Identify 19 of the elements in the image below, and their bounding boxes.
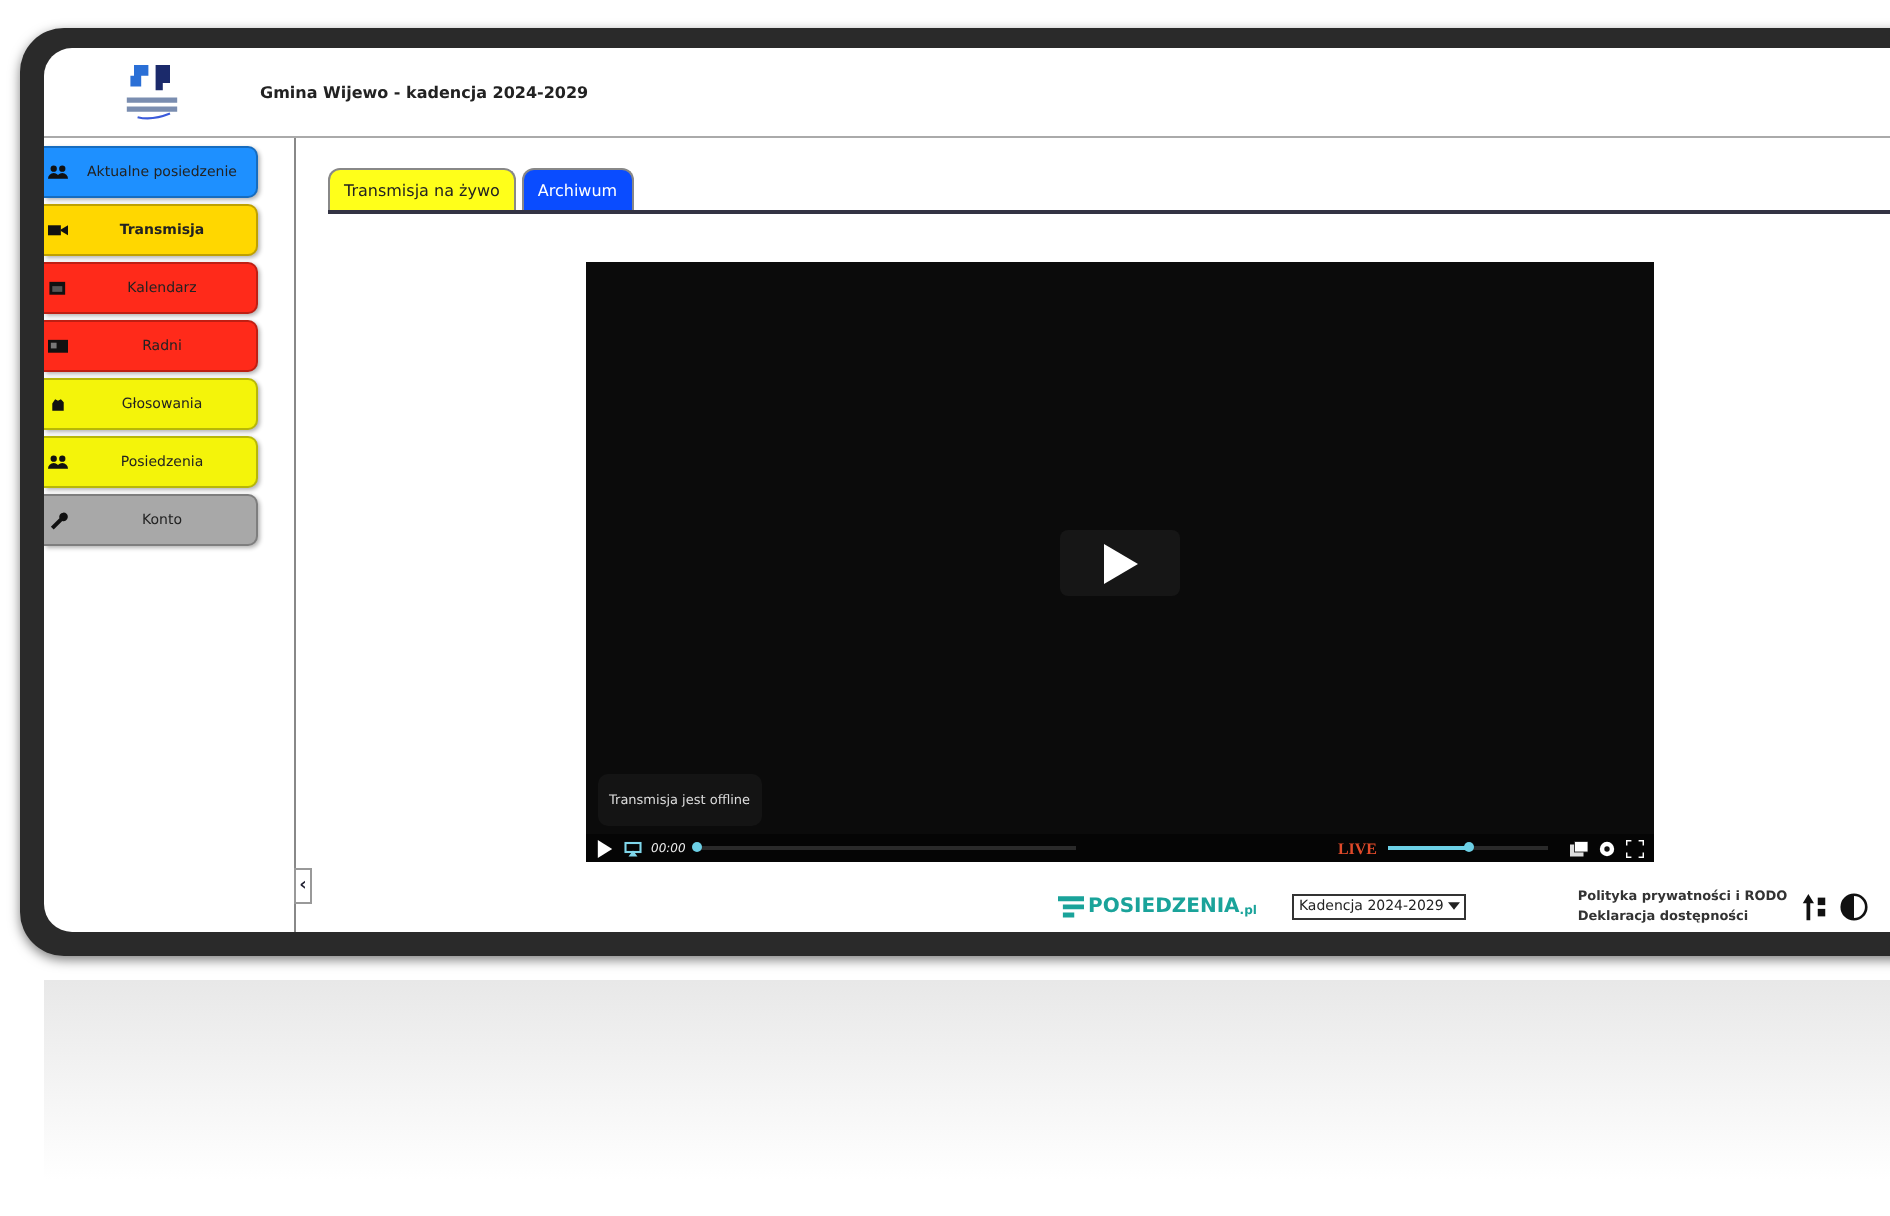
tab[interactable]: Archiwum xyxy=(521,168,634,210)
font-size-icon[interactable] xyxy=(1799,891,1828,921)
tab[interactable]: Transmisja na żywo xyxy=(328,168,516,210)
people-icon xyxy=(48,453,68,471)
play-button[interactable] xyxy=(1059,530,1179,596)
live-label: LIVE xyxy=(1337,839,1377,857)
play-icon xyxy=(1099,541,1139,585)
collapse-button[interactable]: ‹ xyxy=(294,868,312,904)
people-icon xyxy=(48,163,68,181)
play-icon[interactable] xyxy=(595,839,613,857)
pip-icon[interactable] xyxy=(1569,839,1587,857)
contrast-icon[interactable] xyxy=(1839,891,1868,921)
camera-icon xyxy=(48,221,68,239)
page-title: Gmina Wijewo - kadencja 2024-2029 xyxy=(260,83,589,101)
fullscreen-icon[interactable] xyxy=(1625,839,1643,857)
settings-icon[interactable] xyxy=(1597,839,1615,857)
card-icon xyxy=(48,337,68,355)
wrench-icon xyxy=(48,511,68,529)
dropdown-caret-icon xyxy=(1447,902,1460,910)
